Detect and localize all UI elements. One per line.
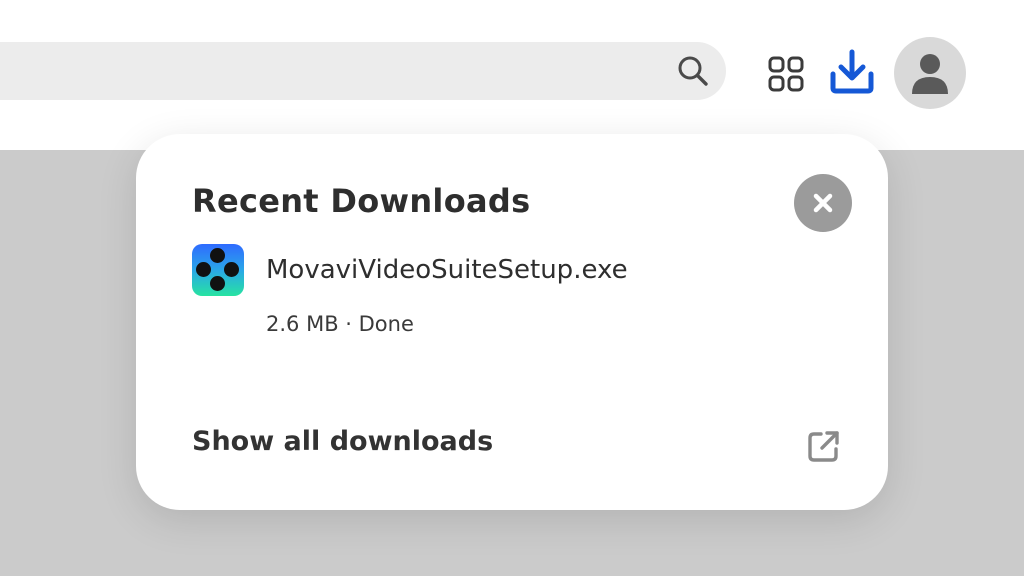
movavi-app-icon: [192, 244, 244, 296]
show-all-downloads-link[interactable]: Show all downloads: [192, 426, 493, 457]
close-icon: [813, 193, 833, 213]
search-icon[interactable]: [676, 54, 710, 88]
close-button[interactable]: [794, 174, 852, 232]
download-file-name[interactable]: MovaviVideoSuiteSetup.exe: [266, 255, 628, 285]
open-external-icon[interactable]: [804, 426, 844, 466]
address-bar[interactable]: [0, 42, 726, 100]
apps-grid-icon[interactable]: [764, 52, 808, 96]
user-icon: [912, 54, 948, 94]
download-icon[interactable]: [826, 46, 878, 98]
downloads-panel: Recent Downloads MovaviVideoSuiteSetup.e…: [136, 134, 888, 510]
panel-title: Recent Downloads: [192, 182, 531, 220]
user-avatar[interactable]: [894, 37, 966, 109]
browser-toolbar: [0, 0, 1024, 150]
download-file-meta: 2.6 MB · Done: [266, 312, 414, 336]
